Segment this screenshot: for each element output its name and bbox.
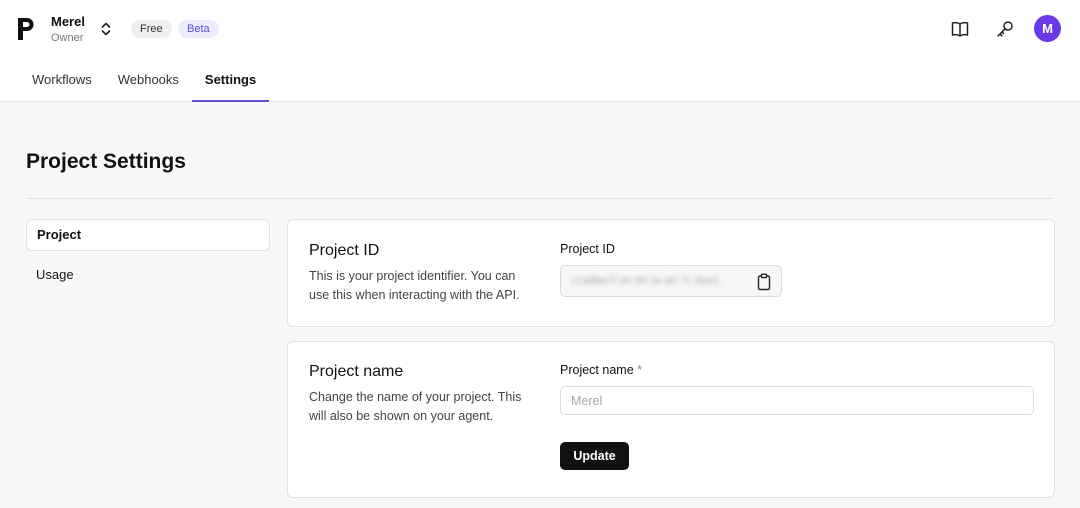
chevron-updown-icon[interactable]	[99, 20, 113, 38]
nav-tabs: Workflows Webhooks Settings	[19, 62, 270, 102]
plan-badge-free: Free	[131, 20, 172, 38]
tab-webhooks[interactable]: Webhooks	[105, 62, 192, 102]
sidebar-item-project[interactable]: Project	[26, 219, 270, 251]
title-divider	[26, 198, 1054, 199]
page-title: Project Settings	[26, 150, 186, 173]
update-button[interactable]: Update	[560, 442, 629, 470]
project-id-card: Project ID This is your project identifi…	[287, 219, 1055, 327]
project-switcher[interactable]: Merel Owner	[51, 14, 85, 45]
required-marker: *	[637, 363, 643, 377]
project-id-label: Project ID	[560, 242, 615, 256]
tab-settings[interactable]: Settings	[191, 62, 270, 102]
project-name: Merel	[51, 14, 85, 29]
sidebar-item-usage[interactable]: Usage	[26, 259, 270, 291]
clipboard-icon[interactable]	[756, 273, 772, 291]
project-name-label-text: Project name	[560, 363, 634, 377]
project-id-field[interactable]: c1a8be7f e0 86 0e b0 7c 8ecb	[560, 265, 782, 297]
project-name-input[interactable]	[560, 386, 1034, 415]
project-name-title: Project name	[309, 363, 404, 380]
plan-badge-beta: Beta	[178, 20, 219, 38]
tab-workflows[interactable]: Workflows	[19, 62, 105, 102]
project-id-title: Project ID	[309, 242, 380, 259]
project-name-description: Change the name of your project. This wi…	[309, 390, 522, 423]
key-icon[interactable]	[994, 18, 1016, 40]
project-id-description: This is your project identifier. You can…	[309, 269, 520, 302]
project-role: Owner	[51, 32, 84, 44]
top-bar: Merel Owner Free Beta M Workflows Webhoo…	[0, 0, 1080, 102]
project-id-value: c1a8be7f e0 86 0e b0 7c 8ecb	[571, 275, 720, 287]
avatar[interactable]: M	[1034, 15, 1061, 42]
project-name-label: Project name *	[560, 363, 642, 377]
logo-icon[interactable]	[17, 17, 35, 41]
book-icon[interactable]	[949, 18, 971, 40]
project-name-card: Project name Change the name of your pro…	[287, 341, 1055, 498]
